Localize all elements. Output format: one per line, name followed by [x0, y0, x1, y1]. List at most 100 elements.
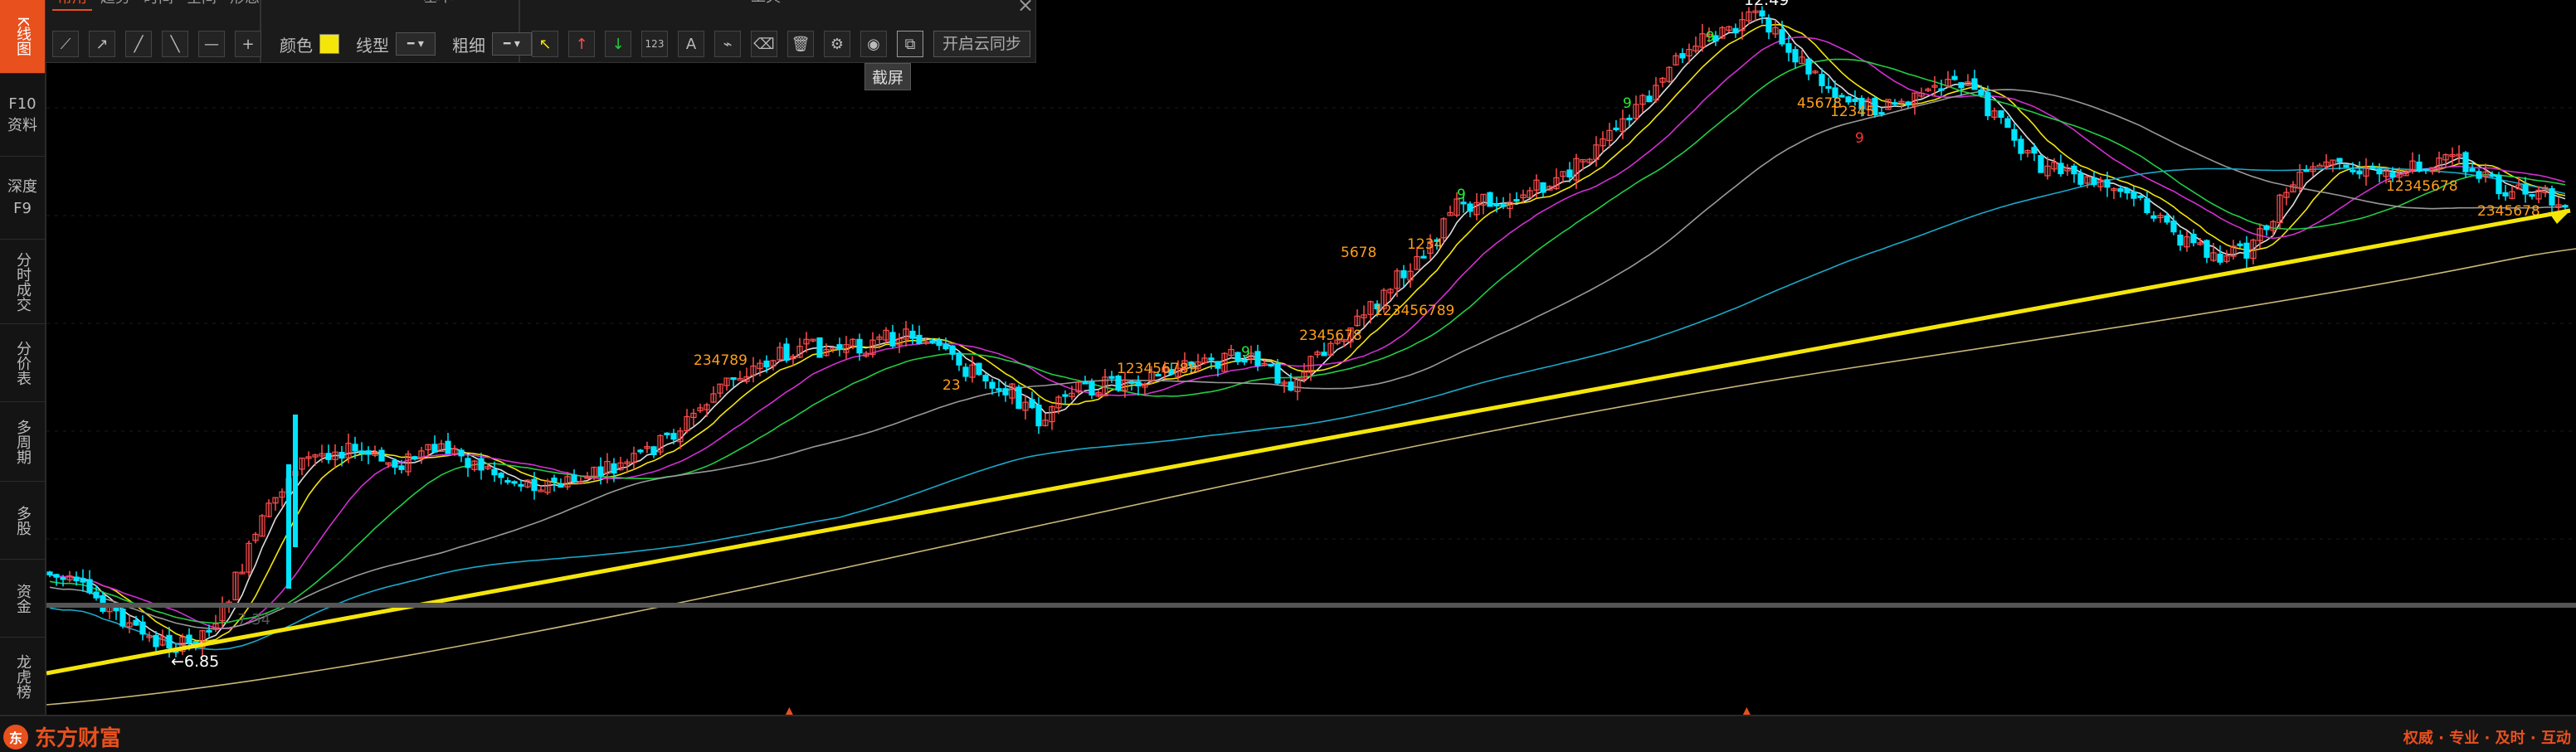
candle-body	[1779, 29, 1785, 45]
nav-f10[interactable]: F10资料	[0, 75, 45, 157]
nav-f10-label: F10资料	[7, 95, 37, 134]
candle-body	[153, 634, 159, 648]
tools-row: ↖ ↑ ↓ 123 A ⌁ ⌫ 🗑 ⚙ ◉ ⧉ 开启云同步	[532, 26, 1031, 62]
line-segment-icon[interactable]: ⟋	[52, 31, 79, 57]
candle-body	[93, 591, 100, 599]
cursor-icon[interactable]: ↖	[532, 31, 558, 57]
down-arrow-icon[interactable]: ↓	[605, 31, 631, 57]
text-icon[interactable]: A	[678, 31, 704, 57]
cross-icon[interactable]: +	[235, 31, 261, 57]
td-count-label: 234789	[694, 352, 747, 369]
tab-shape[interactable]: 形态	[225, 0, 265, 11]
style-row: 颜色 线型 ━ ▾ 粗细 ━ ▾	[276, 26, 545, 62]
candle-body	[2077, 172, 2084, 185]
nav-dragon-tiger[interactable]: 龙虎榜	[0, 638, 45, 716]
eraser-icon[interactable]: ⌫	[751, 31, 777, 57]
up-arrow-icon[interactable]: ↑	[568, 31, 595, 57]
candle-body	[2303, 169, 2310, 172]
ray-icon[interactable]: ↗	[89, 31, 115, 57]
candle-body	[1288, 381, 1294, 391]
tab-space[interactable]: 空间	[182, 0, 222, 11]
nav-kline[interactable]: K线图	[0, 0, 45, 74]
candle-body	[637, 449, 644, 453]
candle-body	[2343, 164, 2350, 168]
candle-body	[2177, 234, 2184, 246]
candle-body	[1845, 96, 1852, 103]
td-count-label: 2345678	[1299, 327, 1362, 344]
candle-body	[982, 375, 989, 382]
nav-price-table[interactable]: 分价表	[0, 325, 45, 402]
candle-body	[2462, 152, 2469, 172]
kline-chart[interactable]: 234789 12345678923456781234567895678 12342…	[46, 0, 2576, 715]
candle-body	[1234, 352, 1241, 362]
candle-body	[1958, 82, 1965, 89]
nav-fund-flow[interactable]: 资金	[0, 560, 45, 638]
text-box-icon[interactable]: 123	[641, 31, 668, 57]
brand-logo[interactable]: 东 东方财富	[3, 721, 121, 752]
horizontal-line-icon[interactable]: —	[198, 31, 225, 57]
candle-body	[2549, 187, 2555, 206]
screenshot-icon[interactable]: ⧉	[897, 31, 923, 57]
candle-body	[2263, 225, 2270, 230]
candle-body	[286, 464, 291, 589]
straight-line-icon[interactable]: ╱	[125, 31, 152, 57]
candle-body	[2150, 215, 2157, 219]
candle-body	[365, 450, 372, 455]
nav-depth-f9[interactable]: 深度F9	[0, 158, 45, 240]
candle-body	[352, 444, 358, 452]
candle-body	[1951, 75, 1958, 80]
nav-multi-stock[interactable]: 多股	[0, 483, 45, 560]
candle-body	[1029, 399, 1035, 409]
ruler-icon[interactable]: ⌁	[714, 31, 741, 57]
candle-body	[1852, 98, 1858, 103]
nav-multi-stock-label: 多股	[14, 506, 32, 536]
linewidth-dropdown[interactable]: ━ ▾	[492, 32, 532, 56]
horizontal-band	[46, 603, 2576, 608]
candle-body	[1208, 357, 1215, 361]
diagonal-line-icon[interactable]: ╲	[162, 31, 188, 57]
candle-body	[1062, 394, 1069, 397]
eye-icon[interactable]: ◉	[860, 31, 887, 57]
trash-icon[interactable]: 🗑	[787, 31, 814, 57]
candle-body	[1215, 361, 1221, 369]
nav-multi-period[interactable]: 多周期	[0, 403, 45, 482]
tab-trend[interactable]: 趋势	[95, 0, 135, 11]
candle-body	[2356, 170, 2363, 175]
td-count-label: 123456789	[1374, 303, 1454, 319]
candle-body	[976, 362, 982, 376]
candle-body	[518, 483, 524, 488]
candle-body	[398, 465, 405, 470]
td-nine-label: 9	[1457, 187, 1466, 203]
color-swatch[interactable]	[319, 34, 339, 54]
candle-body	[2237, 243, 2243, 246]
event-marker-1: ▲	[785, 705, 794, 715]
candle-body	[650, 446, 657, 456]
candle-body	[1513, 199, 1520, 202]
candle-body	[2164, 215, 2170, 223]
td-nine-label: 9	[1241, 344, 1250, 361]
candle-body	[1978, 89, 1984, 95]
nav-tick-trades[interactable]: 分时成交	[0, 240, 45, 324]
tab-common[interactable]: 常用	[52, 0, 92, 11]
cloud-sync-button[interactable]: 开启云同步	[933, 31, 1031, 57]
linetype-dropdown[interactable]: ━ ▾	[396, 32, 436, 56]
draw-tools-row: ⟋ ↗ ╱ ╲ — +	[52, 26, 271, 62]
td-sequence-labels: 234789 12345678923456781234567895678 12342…	[694, 29, 2540, 394]
candle-body	[2190, 233, 2197, 244]
candle-body	[2562, 205, 2569, 208]
high-price-label: 12.49	[1744, 0, 1789, 9]
candle-body	[996, 388, 1002, 391]
candle-body	[2091, 177, 2097, 186]
brand-name: 东方财富	[35, 726, 122, 751]
candle-body	[445, 440, 451, 454]
candle-body	[1732, 27, 1739, 34]
left-nav-sidebar: K线图 F10资料 深度F9 分时成交 分价表 多周期 多股 资金 龙虎榜	[0, 0, 46, 716]
candle-body	[783, 343, 790, 361]
tab-time[interactable]: 时间	[139, 0, 178, 11]
toolbar-close-icon[interactable]: ×	[1017, 0, 1034, 17]
ma60-line	[49, 89, 2566, 630]
settings-icon[interactable]: ⚙	[824, 31, 850, 57]
candle-body	[856, 338, 863, 354]
candle-body	[2529, 194, 2535, 197]
nav-multi-period-label: 多周期	[14, 420, 32, 464]
